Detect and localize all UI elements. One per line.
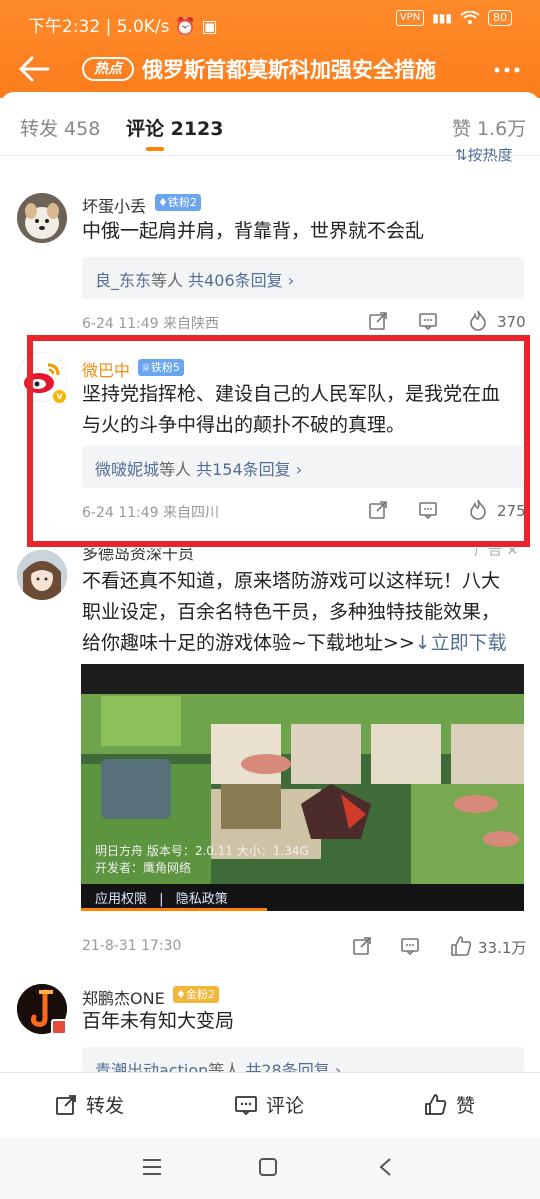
status-bar: 下午2:32 | 5.0K/s ⏰ ▣ VPN ▮▮▮ 80 — [0, 0, 540, 44]
back-nav-button[interactable] — [375, 1156, 397, 1178]
tab-comments[interactable]: 评论 2123 — [126, 114, 224, 141]
like-button[interactable]: 赞 — [424, 1091, 475, 1118]
like-button[interactable] — [468, 309, 488, 331]
close-icon: ✕ — [506, 548, 519, 559]
avatar[interactable] — [17, 550, 67, 600]
comment-text: 百年未有知大变局 — [82, 1010, 235, 1032]
menu-nav-button[interactable] — [141, 1157, 163, 1177]
active-tab-indicator — [146, 147, 164, 151]
tabs-bar: 转发 458 评论 2123 赞 1.6万 — [0, 92, 540, 156]
highlight-box — [27, 335, 530, 547]
comment-icon — [401, 938, 419, 956]
sort-icon: ⇅ — [455, 148, 468, 164]
video-progress — [81, 908, 267, 911]
repost-button[interactable]: 转发 — [54, 1091, 124, 1118]
reply-button[interactable] — [400, 936, 420, 956]
top-bar: 下午2:32 | 5.0K/s ⏰ ▣ VPN ▮▮▮ 80 热点 俄罗斯首都莫… — [0, 0, 540, 98]
reply-summary[interactable]: 青潮出动action等人 共28条回复 › — [82, 1047, 524, 1072]
like-button[interactable] — [450, 935, 472, 957]
anime-avatar-icon — [17, 550, 67, 600]
comment-text: 中俄一起肩并肩，背靠背，世界就不会乱 — [82, 220, 425, 242]
comment-icon — [235, 1095, 257, 1115]
vpn-badge: VPN — [395, 10, 425, 26]
hot-badge: 热点 — [82, 57, 134, 81]
ad-video[interactable]: 明日方舟 版本号：2.0.11 大小：1.34G 开发者：鹰角网络 应用权限 |… — [81, 664, 524, 911]
reply-button[interactable] — [418, 311, 438, 331]
fire-icon — [470, 310, 486, 331]
wifi-icon — [460, 11, 480, 25]
signal-icon: ▮▮▮ — [432, 11, 452, 25]
ad-label: 广告 ✕ — [474, 548, 518, 560]
reply-names: 青潮出动action — [95, 1061, 209, 1072]
repost-icon — [56, 1094, 76, 1115]
status-right: VPN ▮▮▮ 80 — [395, 10, 512, 26]
bottom-action-bar: 转发 评论 赞 — [0, 1072, 540, 1138]
nav-bar: 热点 俄罗斯首都莫斯科加强安全措施 — [0, 44, 540, 98]
download-link[interactable]: ↓立即下载 — [415, 632, 507, 654]
like-count: 370 — [497, 313, 526, 331]
system-nav-bar — [0, 1138, 540, 1199]
comment-icon — [419, 313, 437, 331]
share-icon — [369, 312, 387, 330]
ad-permissions-link[interactable]: 应用权限 — [95, 892, 147, 907]
ad-info: 明日方舟 版本号：2.0.11 大小：1.34G 开发者：鹰角网络 — [95, 844, 309, 875]
fan-badge: ♦铁粉2 — [155, 194, 201, 211]
reply-summary[interactable]: 良_东东等人 共406条回复 › — [82, 257, 524, 299]
thumbs-up-icon — [451, 936, 472, 956]
back-button[interactable] — [18, 54, 52, 84]
battery-icon: 80 — [488, 10, 512, 26]
comment-button[interactable]: 评论 — [234, 1091, 304, 1118]
comment-meta: 21-8-31 17:30 — [82, 938, 182, 954]
comment-username[interactable]: 多德岛资深干员 — [82, 548, 194, 562]
comment-meta: 6-24 11:49 来自陕西 — [82, 316, 220, 332]
more-dots-icon — [494, 67, 520, 73]
ad-privacy-link[interactable]: 隐私政策 — [176, 892, 228, 907]
ad-links: 应用权限 | 隐私政策 — [95, 892, 228, 907]
thumbs-up-icon — [425, 1093, 447, 1115]
back-arrow-icon — [19, 56, 50, 82]
tab-likes[interactable]: 赞 1.6万 — [452, 114, 526, 141]
ad-header: 多德岛资深干员 广告 ✕ — [76, 548, 526, 562]
back-chevron-icon — [379, 1158, 391, 1176]
status-time: 下午2:32 | 5.0K/s ⏰ ▣ — [28, 17, 218, 37]
menu-icon — [143, 1159, 161, 1175]
dog-avatar-icon — [17, 193, 67, 243]
home-nav-button[interactable] — [257, 1156, 279, 1178]
reply-count: 共406条回复 — [188, 271, 283, 290]
like-count: 33.1万 — [478, 939, 527, 957]
sort-button[interactable]: ⇅按热度 — [455, 148, 513, 164]
share-icon — [353, 937, 371, 955]
page-title: 俄罗斯首都莫斯科加强安全措施 — [142, 58, 436, 82]
fan-badge: ♦金粉2 — [173, 986, 219, 1003]
member-icon — [51, 1019, 67, 1035]
share-button[interactable] — [368, 311, 388, 331]
ad-text: 不看还真不知道，原来塔防游戏可以这样玩！八大 职业设定，百余名特色干员，多种独特… — [82, 570, 507, 654]
home-square-icon — [259, 1158, 277, 1176]
avatar[interactable] — [17, 193, 67, 243]
more-button[interactable] — [490, 56, 524, 84]
tab-repost[interactable]: 转发 458 — [20, 114, 100, 141]
reply-count: 共28条回复 — [245, 1061, 330, 1072]
share-button[interactable] — [352, 936, 372, 956]
comment-username[interactable]: 坏蛋小丢 — [82, 193, 146, 217]
reply-names: 良_东东 — [95, 271, 152, 290]
